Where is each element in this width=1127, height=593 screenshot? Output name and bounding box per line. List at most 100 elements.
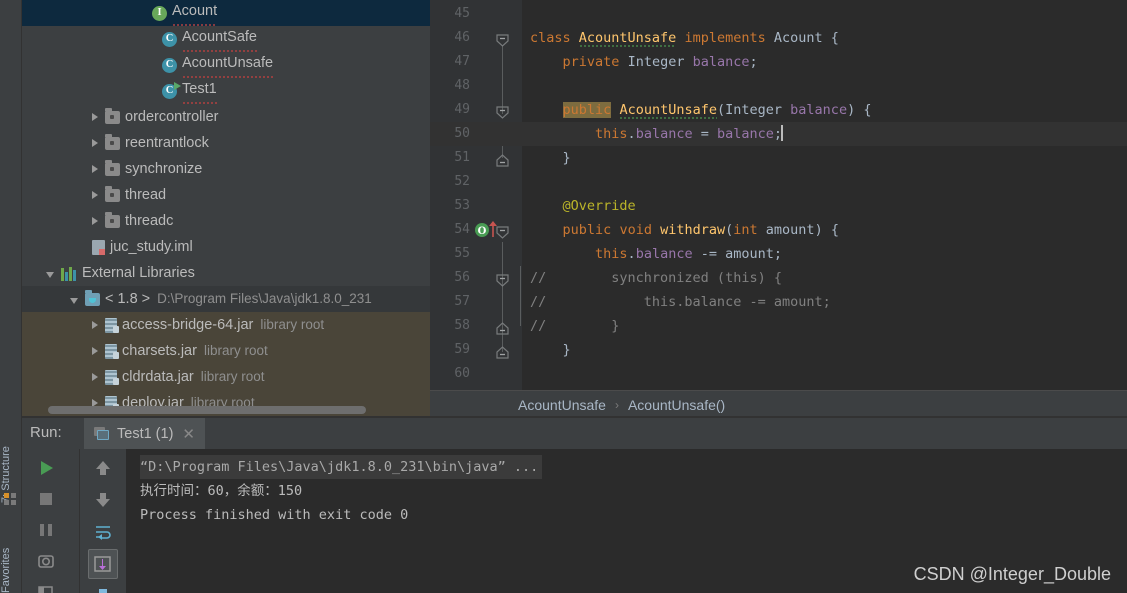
soft-wrap-button[interactable]: [88, 517, 118, 547]
tree-item-charsets-jar[interactable]: charsets.jar library root: [22, 338, 430, 364]
code-line[interactable]: 47 private Integer balance;: [430, 50, 1127, 74]
tree-item--1-8-[interactable]: < 1.8 > D:\Program Files\Java\jdk1.8.0_23…: [22, 286, 430, 312]
rerun-button[interactable]: [33, 455, 59, 481]
chevron-right-icon[interactable]: [92, 113, 98, 121]
chevron-down-icon[interactable]: [46, 272, 54, 278]
code-text: public void withdraw(int amount) {: [562, 222, 839, 238]
tree-item-label: ordercontroller: [125, 109, 219, 125]
code-text: }: [530, 342, 571, 358]
jar-icon: [105, 343, 119, 359]
stop-icon: [40, 493, 52, 505]
code-text: this.balance -= amount;: [595, 246, 783, 262]
code-line[interactable]: 54 O public void withdraw(int amount) {: [430, 218, 1127, 242]
tree-item-label: < 1.8 >: [105, 291, 151, 307]
tree-item-label: charsets.jar: [122, 343, 197, 359]
tree-item-thread[interactable]: thread: [22, 182, 430, 208]
line-number: 53: [454, 198, 470, 213]
up-stacktrace-button[interactable]: [88, 453, 118, 483]
project-tree-horizontal-scrollbar[interactable]: [48, 406, 366, 414]
chevron-right-icon[interactable]: [92, 321, 98, 329]
chevron-right-icon[interactable]: [92, 139, 98, 147]
fold-marker-icon[interactable]: [496, 319, 509, 335]
tree-item-ordercontroller[interactable]: ordercontroller: [22, 104, 430, 130]
code-line[interactable]: 58 // }: [430, 314, 1127, 338]
tree-item-threadc[interactable]: threadc: [22, 208, 430, 234]
scroll-to-end-button[interactable]: [88, 549, 118, 579]
code-line[interactable]: 55 this.balance -= amount;: [430, 242, 1127, 266]
chevron-right-icon[interactable]: [92, 347, 98, 355]
line-number: 57: [454, 294, 470, 309]
pause-icon: [40, 524, 52, 536]
tree-item-label: reentrantlock: [125, 135, 209, 151]
code-line[interactable]: 53 @Override: [430, 194, 1127, 218]
run-tab[interactable]: Test1 (1) ✕: [84, 418, 205, 449]
chevron-right-icon[interactable]: [92, 165, 98, 173]
tree-item-external-libraries[interactable]: External Libraries: [22, 260, 430, 286]
console-line: 执行时间：60，余额：150: [140, 483, 303, 499]
tree-item-acountsafe[interactable]: C AcountSafe: [22, 23, 430, 55]
override-method-icon[interactable]: O: [474, 221, 500, 239]
stop-button[interactable]: [33, 486, 59, 512]
code-text: private Integer balance;: [562, 54, 758, 70]
print-button[interactable]: [88, 581, 118, 593]
tree-item-label: Test1: [182, 75, 217, 107]
code-line[interactable]: 57 // this.balance -= amount;: [430, 290, 1127, 314]
fold-marker-icon[interactable]: [496, 103, 509, 119]
tree-item-label: External Libraries: [82, 265, 195, 281]
breadcrumb-method[interactable]: AcountUnsafe(): [628, 397, 725, 413]
tree-item-access-bridge-64-jar[interactable]: access-bridge-64.jar library root: [22, 312, 430, 338]
tree-item-test1[interactable]: C Test1: [22, 75, 430, 107]
tree-item-label: threadc: [125, 213, 174, 229]
console-line: “D:\Program Files\Java\jdk1.8.0_231\bin\…: [140, 455, 543, 479]
fold-marker-icon[interactable]: [496, 151, 509, 167]
code-line[interactable]: 50 this.balance = balance;: [430, 122, 1127, 146]
fold-marker-icon[interactable]: [496, 31, 509, 47]
chevron-right-icon[interactable]: [92, 217, 98, 225]
line-number: 46: [454, 30, 470, 45]
breadcrumb-class[interactable]: AcountUnsafe: [518, 397, 606, 413]
tree-item-sublabel: library root: [203, 343, 268, 358]
printer-icon: [99, 589, 107, 593]
external-libraries-icon: [61, 266, 77, 281]
line-number: 51: [454, 150, 470, 165]
tree-item-cldrdata-jar[interactable]: cldrdata.jar library root: [22, 364, 430, 390]
tree-item-synchronize[interactable]: synchronize: [22, 156, 430, 182]
tree-item-acountunsafe[interactable]: C AcountUnsafe: [22, 49, 430, 81]
folder-icon: [105, 185, 120, 202]
run-tab-label: Test1 (1): [117, 425, 174, 442]
code-line[interactable]: 46 class AcountUnsafe implements Acount {: [430, 26, 1127, 50]
code-line[interactable]: 51 }: [430, 146, 1127, 170]
dump-threads-button[interactable]: [33, 548, 59, 574]
jar-icon: [105, 317, 119, 333]
code-line[interactable]: 52: [430, 170, 1127, 194]
tool-window-button-favorites[interactable]: Favorites: [0, 513, 22, 593]
chevron-down-icon[interactable]: [70, 298, 78, 304]
chevron-right-icon[interactable]: [92, 191, 98, 199]
console-line: Process finished with exit code 0: [140, 507, 409, 523]
fold-marker-icon[interactable]: [496, 343, 509, 359]
restore-layout-button[interactable]: [33, 579, 59, 593]
code-line[interactable]: 48: [430, 74, 1127, 98]
breadcrumb[interactable]: AcountUnsafe › AcountUnsafe(): [430, 390, 1127, 418]
code-line[interactable]: 45: [430, 2, 1127, 26]
close-icon[interactable]: ✕: [182, 425, 195, 443]
code-text: // synchronized (this) {: [530, 270, 782, 286]
tool-window-button-structure[interactable]: 7: Structure: [0, 413, 22, 503]
code-line[interactable]: 59 }: [430, 338, 1127, 362]
fold-marker-icon[interactable]: [496, 271, 509, 287]
run-configuration-icon: [94, 426, 110, 441]
code-line[interactable]: 60: [430, 362, 1127, 386]
tree-item-reentrantlock[interactable]: reentrantlock: [22, 130, 430, 156]
code-line[interactable]: 49 public AcountUnsafe(Integer balance) …: [430, 98, 1127, 122]
chevron-right-icon[interactable]: [92, 373, 98, 381]
down-stacktrace-button[interactable]: [88, 485, 118, 515]
tree-item-juc-study-iml[interactable]: juc_study.iml: [22, 234, 430, 260]
code-editor[interactable]: 45 46 class AcountUnsafe implements Acount…: [430, 0, 1127, 418]
jdk-folder-icon: [85, 289, 100, 306]
code-text: }: [530, 150, 571, 166]
code-line[interactable]: 56 // synchronized (this) {: [430, 266, 1127, 290]
left-tool-strip: 7: Structure Favorites: [0, 0, 22, 593]
svg-text:O: O: [478, 226, 487, 237]
tree-item-acount[interactable]: I Acount: [22, 0, 430, 29]
pause-button[interactable]: [33, 517, 59, 543]
